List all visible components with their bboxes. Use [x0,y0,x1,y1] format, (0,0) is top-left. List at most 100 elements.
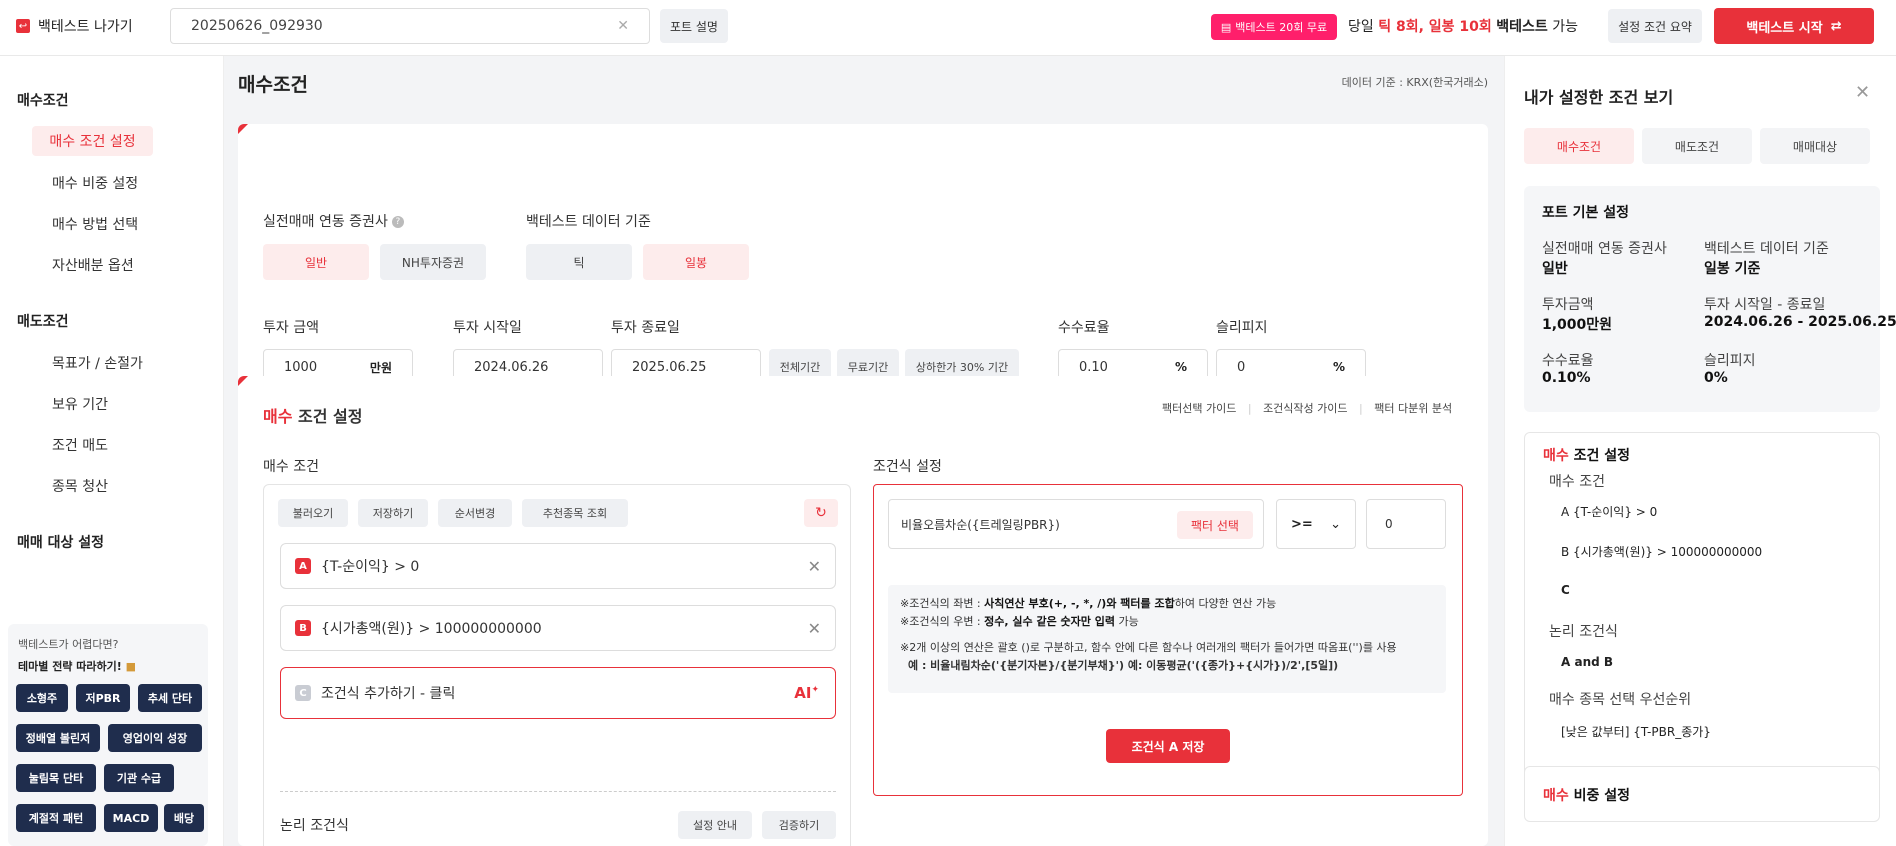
count-tick: 틱 8회, 일봉 10회 [1378,19,1492,35]
sidebar-item-liquidation[interactable]: 종목 청산 [52,476,108,496]
slippage-unit: % [1332,360,1345,374]
validate-button[interactable]: 검증하기 [762,811,836,839]
close-icon[interactable]: ✕ [808,619,821,638]
theme-chip[interactable]: MACD [104,804,158,832]
buy-section-title: 매수 조건 설정 [263,403,362,427]
ai-icon[interactable]: AI✦ [794,684,819,702]
theme-chip[interactable]: 정배열 볼린저 [16,724,100,752]
help-icon[interactable]: ? [391,216,404,228]
clear-icon[interactable]: ✕ [617,18,629,34]
sidebar-item-buy-condition[interactable]: 매수 조건 설정 [32,126,153,156]
condition-letter: C [295,685,311,701]
data-option-daily[interactable]: 일봉 [643,244,749,280]
data-source: 데이터 기준 : KRX(한국거래소) [1341,76,1488,89]
port-desc-button[interactable]: 포트 설명 [660,9,728,43]
tab-target[interactable]: 매매대상 [1760,128,1870,164]
box-icon: ■ [125,660,137,673]
summary-panel: 내가 설정한 조건 보기 ✕ 매수조건 매도조건 매매대상 포트 기본 설정 실… [1504,56,1896,846]
weight-summary-title-red: 매수 [1543,788,1569,804]
theme-chip[interactable]: 배당 [164,804,204,832]
recommend-button[interactable]: 추천종목 조회 [522,499,628,527]
port-name-input[interactable]: 20250626_092930 ✕ [170,8,650,44]
swap-icon: ⇄ [1830,18,1842,34]
factor-guide-link[interactable]: 팩터선택 가이드 [1162,402,1236,415]
broker-option-nh[interactable]: NH투자증권 [380,244,486,280]
theme-chip[interactable]: 눌림목 단타 [16,764,96,792]
load-button[interactable]: 불러오기 [278,499,348,527]
summary-key: 투자금액 [1542,297,1594,313]
sidebar-item-asset-allocation[interactable]: 자산배분 옵션 [52,255,134,275]
chevron-down-icon: ⌄ [1330,516,1341,532]
summary-value: 2024.06.26 - 2025.06.25 [1704,314,1896,330]
sidebar: 매수조건 매수 조건 설정 매수 비중 설정 매수 방법 선택 자산배분 옵션 … [0,56,224,846]
condition-row-b[interactable]: B {시가총액(원)} > 100000000000 ✕ [280,605,836,651]
sidebar-item-holding-period[interactable]: 보유 기간 [52,394,108,414]
tab-buy[interactable]: 매수조건 [1524,128,1634,164]
exit-backtest-link[interactable]: ↩ 백테스트 나가기 [16,16,133,36]
formula-guide-link[interactable]: 조건식작성 가이드 [1263,402,1347,415]
slippage-label: 슬리피지 [1216,320,1268,336]
buy-summary-title-rest: 조건 설정 [1573,448,1631,464]
reorder-button[interactable]: 순서변경 [438,499,512,527]
condition-text: {시가총액(원)} > 100000000000 [321,621,542,637]
sidebar-item-cond-sell[interactable]: 조건 매도 [52,435,108,455]
start-backtest-label: 백테스트 시작 [1746,20,1823,36]
summary-value: 일반 [1542,261,1568,277]
compare-value-input[interactable]: 0 [1366,499,1446,549]
buy-weight-summary: 매수 비중 설정 [1524,766,1880,822]
theme-chip[interactable]: 영업이익 성장 [108,724,202,752]
broker-label: 실전매매 연동 증권사? [263,211,404,231]
theme-chip[interactable]: 추세 단타 [138,684,202,712]
page-title: 매수조건 [238,74,308,96]
refresh-icon[interactable]: ↻ [804,499,838,527]
logic-value: A and B [1561,655,1614,669]
note1-prefix: ※조건식의 좌변 : [900,597,981,610]
count-suffix: 가능 [1552,19,1578,35]
theme-chip[interactable]: 기관 수급 [104,764,174,792]
logic-guide-button[interactable]: 설정 안내 [678,811,752,839]
summary-value: 0.10% [1542,370,1591,386]
priority-value: [낮은 값부터] {T-PBR_종가} [1561,725,1711,739]
tab-sell[interactable]: 매도조건 [1642,128,1752,164]
top-bar: ↩ 백테스트 나가기 20250626_092930 ✕ 포트 설명 ▤ 백테스… [0,0,1896,56]
factor-quantile-link[interactable]: 팩터 다분위 분석 [1374,402,1452,415]
promo-title-text: 테마별 전략 따라하기! [18,660,122,673]
save-condition-button[interactable]: 조건식 A 저장 [1106,729,1230,763]
factor-input[interactable]: 비율오름차순({트레일링PBR}) 팩터 선택 [888,499,1264,549]
summary-button[interactable]: 설정 조건 요약 [1608,9,1702,43]
buy-cond-label: 매수 조건 [263,459,319,475]
theme-chip[interactable]: 소형주 [16,684,68,712]
data-option-tick[interactable]: 틱 [526,244,632,280]
sidebar-item-buy-method[interactable]: 매수 방법 선택 [52,214,138,234]
sidebar-item-buy-weight[interactable]: 매수 비중 설정 [52,173,138,193]
factor-select-button[interactable]: 팩터 선택 [1177,511,1253,539]
end-date-label: 투자 종료일 [611,320,680,336]
sidebar-buy-head[interactable]: 매수조건 [17,90,69,110]
fee-label: 수수료율 [1058,320,1110,336]
close-icon[interactable]: ✕ [1855,82,1870,103]
condition-letter: A [295,558,311,574]
summary-value: 1,000만원 [1542,317,1613,333]
close-icon[interactable]: ✕ [808,557,821,576]
sidebar-sell-head[interactable]: 매도조건 [17,311,69,331]
buy-summary-title: 매수 조건 설정 [1543,445,1630,465]
weight-summary-title: 매수 비중 설정 [1543,785,1630,805]
buy-condition-card: 매수 조건 설정 팩터선택 가이드 | 조건식작성 가이드 | 팩터 다분위 분… [238,376,1488,846]
note-example: 예 : 비율내림차순('{분기자본}/{분기부채}') 예: 이동평균('({종… [908,659,1339,672]
promo-title: 테마별 전략 따라하기! ■ [18,658,198,674]
ticket-icon: ▤ [1220,20,1232,34]
broker-option-general[interactable]: 일반 [263,244,369,280]
fee-value: 0.10 [1079,359,1108,375]
operator-select[interactable]: >= ⌄ [1276,499,1356,549]
sidebar-target-head[interactable]: 매매 대상 설정 [17,532,104,552]
save-list-button[interactable]: 저장하기 [358,499,428,527]
condition-row-a[interactable]: A {T-순이익} > 0 ✕ [280,543,836,589]
sidebar-item-target-stop[interactable]: 목표가 / 손절가 [52,353,143,373]
theme-chip[interactable]: 계절적 패턴 [16,804,96,832]
add-condition-row[interactable]: C 조건식 추가하기 - 클릭 AI✦ [280,667,836,719]
logic-head: 논리 조건식 [1549,624,1618,640]
theme-chip[interactable]: 저PBR [76,684,130,712]
start-backtest-button[interactable]: 백테스트 시작 ⇄ [1714,8,1874,44]
slippage-value: 0 [1237,359,1246,375]
invest-amount-unit: 만원 [369,360,392,375]
